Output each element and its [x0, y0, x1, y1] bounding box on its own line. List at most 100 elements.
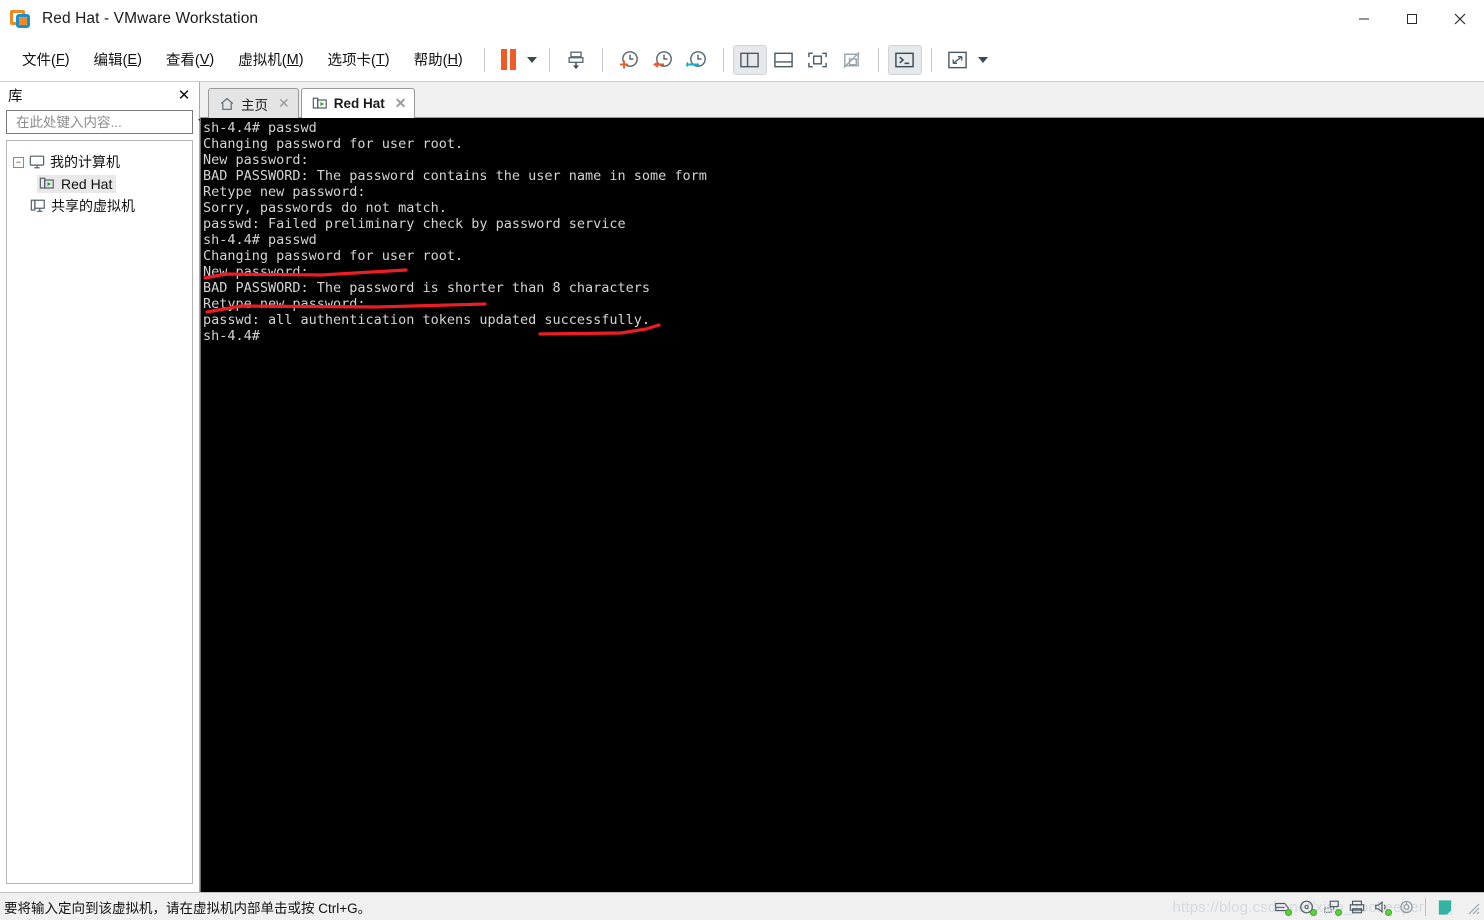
menu-vm[interactable]: 虚拟机(M) [226, 45, 315, 75]
monitor-icon [29, 155, 45, 169]
tab-close-button[interactable]: ✕ [278, 95, 290, 112]
menu-tabs-key: T [375, 51, 385, 68]
fit-window-off-icon [843, 51, 860, 68]
tab-home[interactable]: 主页 ✕ [208, 88, 299, 118]
revert-snapshot-button[interactable] [646, 45, 680, 75]
printer-icon[interactable] [1348, 898, 1366, 916]
chevron-down-icon [526, 56, 537, 63]
home-icon [220, 97, 234, 110]
clock-plus-icon [619, 50, 638, 68]
library-sidebar: 库 ✕ − [0, 82, 208, 892]
tab-label: Red Hat [333, 96, 385, 111]
device-connected-dot [1385, 909, 1392, 916]
tab-close-button[interactable]: ✕ [395, 95, 407, 112]
vmware-logo-icon [10, 8, 32, 30]
fullscreen-dropdown[interactable] [975, 45, 991, 75]
console-view-button[interactable] [887, 44, 922, 75]
menu-edit-key: E [127, 51, 138, 68]
menu-view-post: ) [209, 51, 215, 68]
usb-icon[interactable] [1398, 898, 1416, 916]
show-library-button[interactable] [732, 44, 767, 75]
menu-file-pre: 文件( [22, 53, 56, 69]
expander-icon[interactable]: − [13, 156, 24, 168]
menu-view-key: V [199, 51, 210, 68]
tab-label: 主页 [241, 97, 268, 113]
fit-window-off-button[interactable] [835, 45, 869, 75]
status-message: 要将输入定向到该虚拟机，请在虚拟机内部单击或按 Ctrl+G。 [4, 900, 372, 916]
minimize-button[interactable] [1340, 0, 1388, 38]
pause-icon [501, 49, 517, 70]
library-tree[interactable]: − 我的计算机 Red Hat 共享的虚拟机 [6, 140, 193, 884]
status-device-icons [1273, 893, 1484, 920]
fit-guest-icon [808, 52, 828, 67]
tree-item-my-computer[interactable]: − 我的计算机 [7, 151, 192, 173]
panel-left-icon [740, 52, 760, 67]
network-adapter-icon[interactable] [1323, 898, 1342, 916]
tree-item-red-hat[interactable]: Red Hat [7, 173, 192, 195]
shared-vm-icon [30, 199, 45, 212]
send-to-back-icon [568, 51, 584, 69]
search-input[interactable] [16, 114, 193, 130]
fullscreen-icon [948, 51, 968, 68]
tree-item-label: Red Hat [61, 176, 113, 192]
tab-red-hat[interactable]: Red Hat ✕ [300, 88, 416, 118]
status-separator [1425, 898, 1426, 916]
window-controls [1340, 0, 1484, 38]
panel-bottom-icon [774, 52, 794, 67]
menu-view[interactable]: 查看(V) [154, 45, 226, 75]
vm-running-icon [312, 97, 327, 109]
menu-help[interactable]: 帮助(H) [402, 45, 475, 75]
status-bar: 要将输入定向到该虚拟机，请在虚拟机内部单击或按 Ctrl+G。 https://… [0, 892, 1484, 920]
snapshot-manager-button[interactable] [680, 45, 714, 75]
window-title: Red Hat - VMware Workstation [42, 9, 259, 27]
hard-disk-icon[interactable] [1273, 898, 1292, 916]
copy-paste-icon[interactable] [1435, 897, 1455, 917]
close-button[interactable] [1436, 0, 1484, 38]
terminal-output: sh-4.4# passwd Changing password for use… [203, 120, 707, 344]
toolbar-separator [877, 47, 879, 72]
main-panel: 主页 ✕ Red Hat ✕ sh-4.4# passwd Changing p… [200, 82, 1484, 892]
menu-vm-key: M [286, 51, 299, 68]
pause-dropdown[interactable] [524, 45, 540, 75]
resize-grip[interactable] [1464, 899, 1480, 915]
fullscreen-button[interactable] [941, 45, 975, 75]
toolbar-separator [722, 47, 724, 72]
menu-tabs[interactable]: 选项卡(T) [316, 45, 402, 75]
library-search-wrap [0, 108, 208, 138]
device-connected-dot [1310, 909, 1317, 916]
tree-item-label: 我的计算机 [50, 154, 120, 170]
menu-tabs-post: ) [384, 51, 390, 68]
clock-wrench-icon [685, 50, 706, 67]
library-close-button[interactable]: ✕ [175, 86, 193, 104]
show-thumbnail-bar-button[interactable] [767, 45, 801, 75]
vm-running-icon [39, 177, 54, 189]
toolbar-separator [548, 47, 550, 72]
take-snapshot-button[interactable] [612, 45, 646, 75]
maximize-button[interactable] [1388, 0, 1436, 38]
console-icon [895, 52, 915, 67]
pause-vm-button[interactable] [494, 45, 524, 75]
menu-edit-pre: 编辑( [93, 53, 128, 69]
menu-file-key: F [55, 51, 65, 68]
menu-tabs-pre: 选项卡( [327, 53, 376, 69]
menu-file[interactable]: 文件(F) [10, 45, 82, 75]
tab-strip: 主页 ✕ Red Hat ✕ [200, 82, 1484, 118]
clock-arrow-left-icon [652, 50, 672, 68]
library-search-box[interactable] [6, 110, 208, 134]
cd-dvd-icon[interactable] [1298, 898, 1317, 916]
library-title: 库 [8, 88, 23, 105]
vm-console-screen[interactable]: sh-4.4# passwd Changing password for use… [200, 118, 1484, 892]
send-ctrl-alt-del-button[interactable] [559, 45, 593, 75]
device-connected-dot [1335, 909, 1342, 916]
menu-view-pre: 查看( [165, 53, 200, 69]
tree-item-shared-vms[interactable]: 共享的虚拟机 [7, 195, 192, 217]
menu-edit-post: ) [137, 51, 142, 68]
tree-item-label: 共享的虚拟机 [51, 198, 135, 214]
vmware-workstation-window: Red Hat - VMware Workstation 文件(F) 编辑(E)… [0, 0, 1484, 920]
menu-edit[interactable]: 编辑(E) [82, 45, 154, 75]
sound-card-icon[interactable] [1373, 898, 1392, 916]
device-connected-dot [1285, 909, 1292, 916]
menu-vm-post: ) [298, 51, 304, 68]
menu-vm-pre: 虚拟机( [238, 53, 287, 69]
fit-guest-button[interactable] [801, 45, 835, 75]
